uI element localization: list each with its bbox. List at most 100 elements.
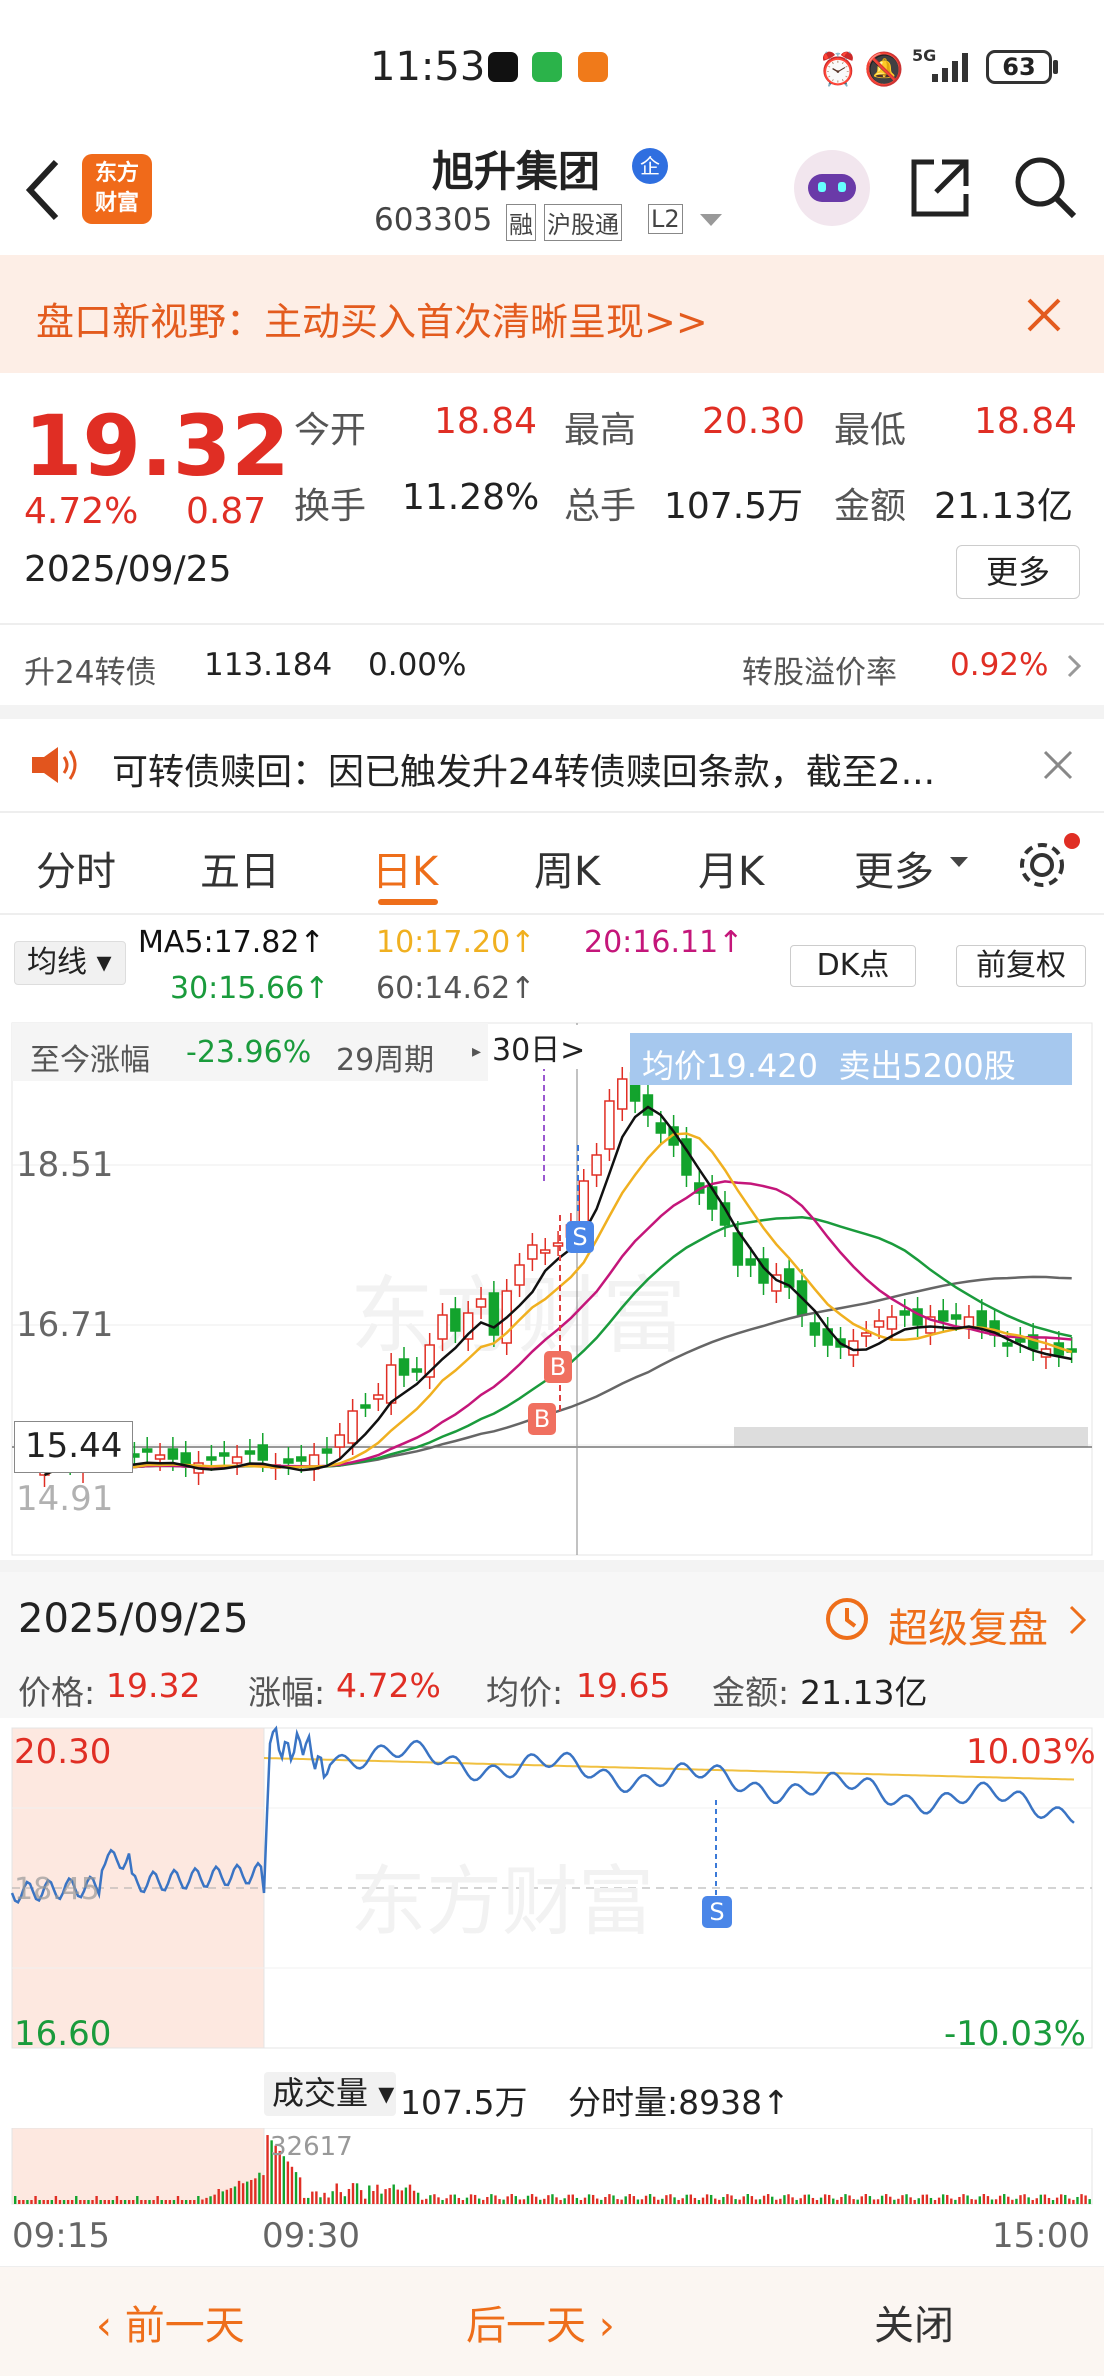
volume-bar [747,2194,749,2204]
assistant-avatar[interactable] [794,150,870,226]
dk-point-button[interactable]: DK点 [790,945,916,987]
volume-bar [1019,2195,1021,2204]
tab-more[interactable]: 更多 [854,839,934,897]
avg-value: 19.65 [576,1666,670,1705]
chevron-down-icon[interactable] [700,214,722,228]
intraday-low: 16.60 [14,2014,111,2054]
volume-bar [800,2198,802,2204]
volume-bar [462,2200,464,2204]
close-icon[interactable] [1026,297,1062,333]
next-day-button[interactable]: 后一天 › [466,2293,615,2349]
close-notice-icon[interactable] [1042,749,1074,781]
volume-bar [26,2200,28,2204]
chevron-right-icon: › [586,2303,615,2349]
premium-label: 转股溢价率 [742,647,897,692]
volume-bar [751,2196,753,2204]
volume-bar [730,2195,732,2204]
notice-bar[interactable]: 可转债赎回：因已触发升24转债赎回条款，截至2... [0,719,1104,811]
intraday-chart[interactable]: 东方财富 20.30 18.45 16.60 10.03% -10.03% S [0,1718,1104,2058]
time-axis: 09:15 09:30 15:00 [0,2206,1104,2262]
volume-bar [893,2200,895,2204]
candle-body [207,1457,216,1460]
kline-chart[interactable]: 东方财富 至今涨幅 -23.96% 29周期 ▸ 30日> 均价19.420 卖… [0,1015,1104,1560]
open-value: 18.84 [434,401,537,442]
volume-bar [454,2195,456,2204]
volume-bar [372,2191,374,2204]
adjust-button[interactable]: 前复权 [956,945,1086,987]
volume-bar [445,2198,447,2204]
volume-bar [702,2198,704,2204]
amt-label: 金额: [712,1666,789,1714]
replay-button[interactable]: 超级复盘 [888,1596,1048,1654]
candle-body [875,1321,884,1327]
eastmoney-logo[interactable]: 东方 财富 [82,154,152,224]
volume-bar [816,2200,818,2204]
close-button[interactable]: 关闭 [874,2293,954,2351]
volume-bar [1080,2194,1082,2204]
volume-bar [828,2195,830,2204]
volume-bar [612,2195,614,2204]
volume-bar [629,2194,631,2204]
volume-bar [568,2195,570,2204]
footer-bar: ‹ 前一天 后一天 › 关闭 [0,2266,1104,2376]
volume-bar [478,2199,480,2204]
volume-bar [844,2194,846,2204]
candle-body [1003,1343,1012,1346]
volume-bar [494,2195,496,2204]
back-arrow-icon[interactable] [22,158,62,222]
gear-icon[interactable] [1014,837,1070,893]
volume-bar [140,2200,142,2204]
volume-bar [344,2196,346,2204]
volume-bar [22,2200,24,2204]
search-icon[interactable] [1012,154,1080,222]
volume-bar [966,2195,968,2204]
candle-body [258,1445,267,1460]
volume-bar [340,2192,342,2204]
convertible-bond-row[interactable]: 升24转债 113.184 0.00% 转股溢价率 0.92% [0,625,1104,705]
volume-chart[interactable]: 32617 [0,2128,1104,2206]
volume-bar [738,2200,740,2204]
volume-bar [722,2197,724,2204]
volume-bar [331,2191,333,2204]
volume-bar [283,2156,285,2204]
volume-bar [1088,2199,1090,2204]
candle-body [977,1311,986,1327]
volume-bar [87,2200,89,2204]
volume-bar [405,2188,407,2204]
volume-bar [641,2199,643,2204]
volume-bar [380,2194,382,2204]
volume-bar [466,2198,468,2204]
volume-bar [795,2200,797,2204]
volume-bar [1023,2194,1025,2204]
tab-intraday[interactable]: 分时 [36,839,116,897]
share-icon[interactable] [908,156,972,220]
volume-bar [417,2193,419,2204]
volume-bar [1072,2200,1074,2204]
chg-label: 涨幅: [248,1666,325,1714]
ma-selector[interactable]: 均线 ▾ [14,941,126,985]
volume-bar [1003,2194,1005,2204]
volume-selector[interactable]: 成交量 ▾ [264,2072,396,2116]
section-gap [0,705,1104,719]
volume-bar [608,2194,610,2204]
prev-day-button[interactable]: ‹ 前一天 [96,2293,245,2349]
volume-bar [397,2190,399,2204]
promo-banner[interactable]: 盘口新视野：主动买入首次清晰呈现>> [0,255,1104,373]
volume-bar [71,2200,73,2204]
tab-monthly-k[interactable]: 月K [698,839,764,897]
tab-daily-k[interactable]: 日K [372,839,438,897]
volume-bar [1076,2197,1078,2204]
volume-bar [1048,2198,1050,2204]
volume-bar [698,2200,700,2204]
volume-bar [250,2180,252,2204]
intraday-high-pct: 10.03% [966,1732,1096,1772]
tab-weekly-k[interactable]: 周K [534,839,600,897]
chevron-left-icon: ‹ [96,2303,125,2349]
tab-five-day[interactable]: 五日 [200,839,280,897]
volume-bar [311,2192,313,2204]
range-box[interactable]: 至今涨幅 -23.96% 29周期 ▸ [12,1023,488,1081]
margin-tag: 融 [506,204,536,241]
more-button[interactable]: 更多 [956,545,1080,599]
history-icon[interactable] [822,1594,872,1644]
amount-label: 金额 [834,477,906,529]
